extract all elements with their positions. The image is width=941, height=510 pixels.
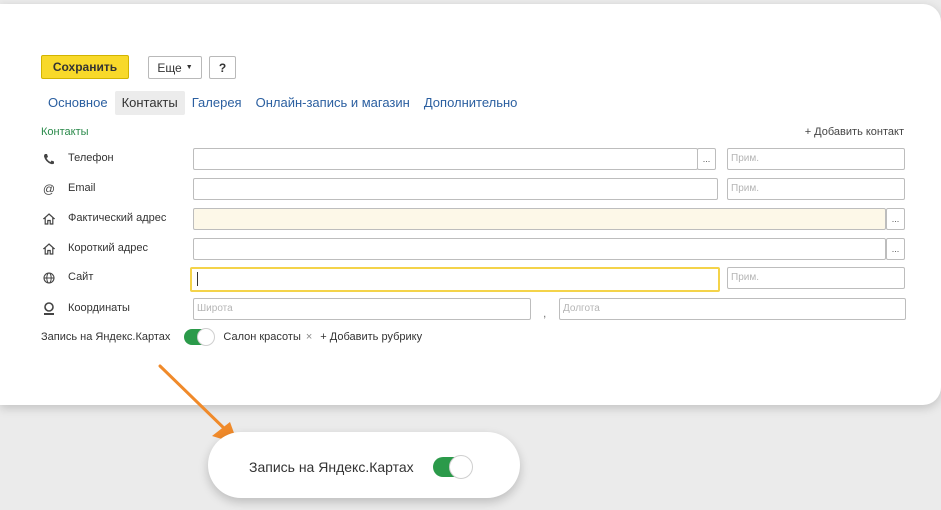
site-input[interactable] bbox=[190, 267, 720, 292]
zoom-callout: Запись на Яндекс.Картах bbox=[208, 432, 520, 498]
tab-contacts[interactable]: Контакты bbox=[114, 91, 185, 115]
actual-address-label: Фактический адрес bbox=[68, 212, 167, 224]
globe-icon bbox=[41, 270, 57, 286]
save-button[interactable]: Сохранить bbox=[41, 55, 129, 79]
text-cursor bbox=[197, 272, 198, 286]
tab-bar: Основное Контакты Галерея Онлайн-запись … bbox=[41, 91, 524, 115]
latitude-input[interactable]: Широта bbox=[193, 298, 531, 320]
phone-row: Телефон ... Прим. bbox=[41, 148, 911, 170]
pin-icon bbox=[41, 301, 57, 317]
short-address-label: Короткий адрес bbox=[68, 242, 148, 254]
tab-main[interactable]: Основное bbox=[41, 91, 115, 115]
phone-icon bbox=[41, 151, 57, 167]
at-icon: @ bbox=[42, 182, 56, 196]
phone-note-input[interactable]: Прим. bbox=[727, 148, 905, 170]
toggle-knob bbox=[197, 328, 216, 346]
coordinates-row: Координаты Широта , Долгота bbox=[41, 298, 911, 320]
zoom-callout-toggle[interactable] bbox=[433, 455, 473, 479]
house-icon bbox=[41, 211, 57, 227]
tab-online-booking[interactable]: Онлайн-запись и магазин bbox=[249, 91, 417, 115]
add-contact-link[interactable]: + Добавить контакт bbox=[805, 126, 904, 138]
more-button[interactable]: Еще ▼ bbox=[148, 56, 202, 79]
contacts-form-window: Сохранить Еще ▼ ? Основное Контакты Гале… bbox=[0, 4, 941, 405]
email-row: @ Email Прим. bbox=[41, 178, 911, 200]
yandex-maps-row: Запись на Яндекс.Картах Салон красоты × … bbox=[41, 328, 422, 346]
phone-input[interactable] bbox=[193, 148, 698, 170]
yandex-maps-label: Запись на Яндекс.Картах bbox=[41, 331, 171, 343]
coordinates-separator: , bbox=[543, 306, 547, 320]
short-address-input[interactable] bbox=[193, 238, 886, 260]
remove-rubric-icon[interactable]: × bbox=[306, 331, 312, 343]
caret-down-icon: ▼ bbox=[185, 64, 193, 71]
coordinates-label: Координаты bbox=[68, 302, 130, 314]
add-rubric-link[interactable]: + Добавить рубрику bbox=[320, 331, 422, 343]
site-row: Сайт Прим. bbox=[41, 267, 911, 292]
more-button-label: Еще bbox=[157, 60, 182, 75]
email-input[interactable] bbox=[193, 178, 718, 200]
section-title: Контакты bbox=[41, 126, 89, 138]
house-icon bbox=[41, 241, 57, 257]
tab-gallery[interactable]: Галерея bbox=[185, 91, 249, 115]
zoom-callout-label: Запись на Яндекс.Картах bbox=[249, 459, 414, 475]
site-label: Сайт bbox=[68, 271, 94, 283]
phone-label: Телефон bbox=[68, 152, 114, 164]
help-button[interactable]: ? bbox=[209, 56, 236, 79]
toggle-knob bbox=[449, 455, 473, 479]
short-address-row: Короткий адрес ... bbox=[41, 238, 911, 260]
email-note-input[interactable]: Прим. bbox=[727, 178, 905, 200]
site-note-input[interactable]: Прим. bbox=[727, 267, 905, 289]
actual-address-select-button[interactable]: ... bbox=[886, 208, 905, 230]
tab-additional[interactable]: Дополнительно bbox=[417, 91, 525, 115]
yandex-maps-toggle[interactable] bbox=[184, 328, 216, 346]
rubric-tag: Салон красоты bbox=[223, 331, 301, 343]
email-label: Email bbox=[68, 182, 96, 194]
longitude-input[interactable]: Долгота bbox=[559, 298, 906, 320]
actual-address-row: Фактический адрес ... bbox=[41, 208, 911, 230]
phone-select-button[interactable]: ... bbox=[697, 148, 716, 170]
actual-address-input[interactable] bbox=[193, 208, 886, 230]
short-address-select-button[interactable]: ... bbox=[886, 238, 905, 260]
